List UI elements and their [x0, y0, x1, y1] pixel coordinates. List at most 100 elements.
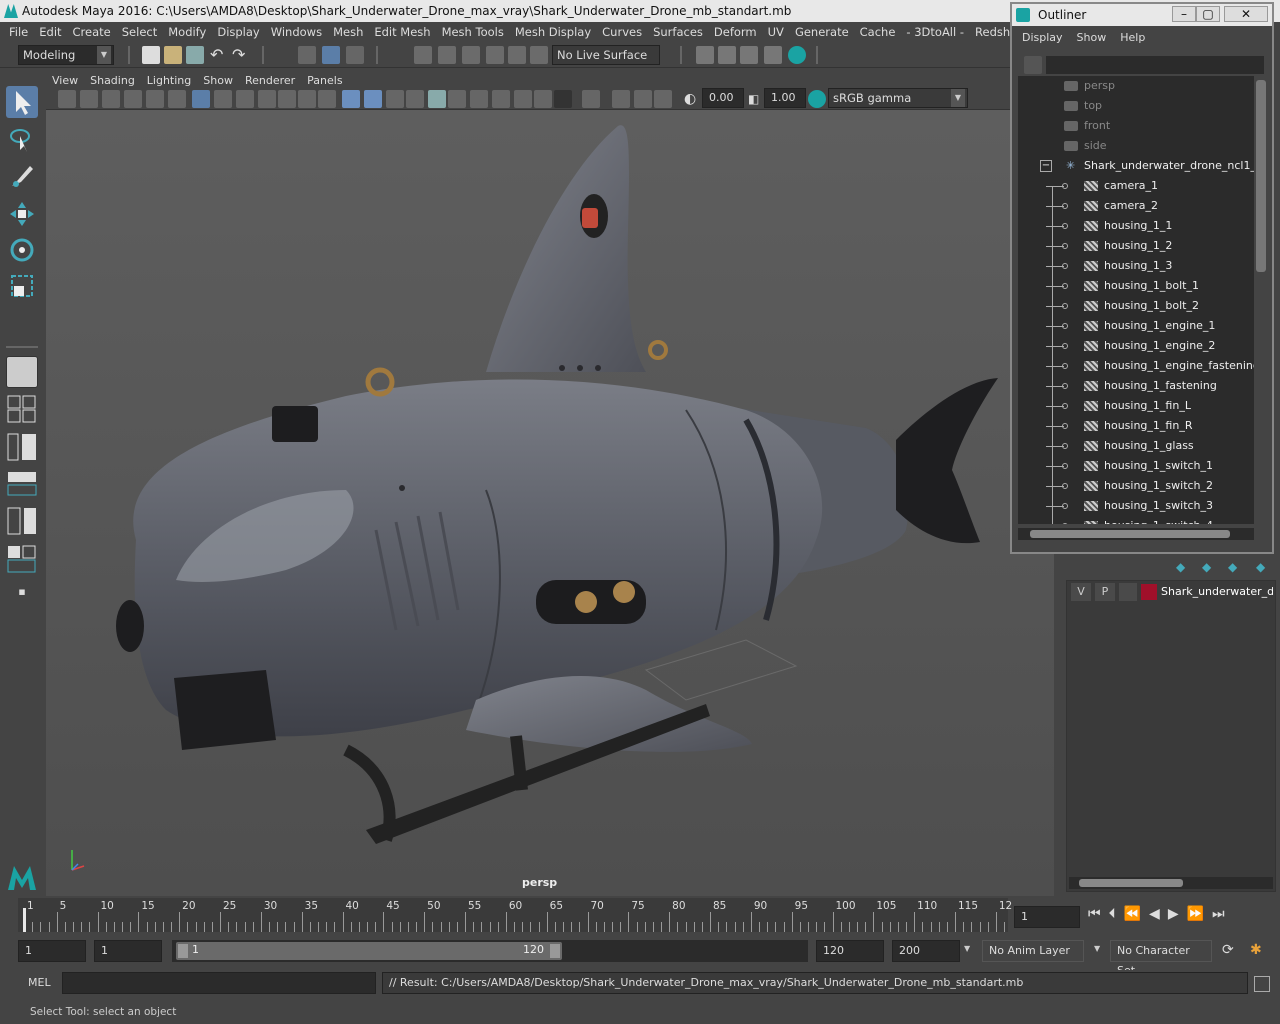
step-back-frame-icon[interactable]: ⏪ — [1124, 906, 1149, 922]
rotate-tool-icon[interactable] — [6, 234, 38, 266]
layer-playback-toggle[interactable]: P — [1095, 583, 1115, 601]
perspective-viewport[interactable]: persp — [46, 110, 1054, 896]
outliner-mesh-item[interactable]: housing_1_engine_fastening — [1018, 356, 1254, 376]
layer-reference-toggle[interactable] — [1119, 583, 1137, 601]
lighting-icon[interactable] — [428, 90, 446, 108]
anim-layer-dropdown[interactable]: No Anim Layer — [982, 940, 1084, 962]
safe-action-icon[interactable] — [298, 90, 316, 108]
panel-menu-view[interactable]: View — [46, 74, 84, 87]
play-forwards-icon[interactable]: ▶ — [1168, 906, 1187, 922]
step-forward-frame-icon[interactable]: ⏩ — [1187, 906, 1212, 922]
current-frame-field[interactable]: 1 — [1014, 906, 1080, 928]
outliner-mesh-item[interactable]: housing_1_bolt_2 — [1018, 296, 1254, 316]
four-view-layout-icon[interactable] — [6, 394, 38, 424]
character-set-dropdown[interactable]: No Character Set — [1110, 940, 1212, 977]
hypershade-icon[interactable] — [788, 46, 806, 64]
expand-dot-icon[interactable] — [1062, 243, 1068, 249]
outliner-camera-item[interactable]: persp — [1018, 76, 1254, 96]
expand-dot-icon[interactable] — [1062, 183, 1068, 189]
film-gate-icon[interactable] — [214, 90, 232, 108]
snap-curve-icon[interactable] — [438, 46, 456, 64]
range-bar[interactable]: 1 120 — [172, 940, 808, 962]
exposure-icon[interactable]: ◐ — [684, 90, 702, 108]
outliner-mesh-item[interactable]: camera_1 — [1018, 176, 1254, 196]
snap-grid-icon[interactable] — [414, 46, 432, 64]
animation-start-field[interactable]: 1 — [18, 940, 86, 962]
menu-generate[interactable]: Generate — [792, 25, 857, 39]
outliner-list[interactable]: persp top front side − ✳ Shark_underwate… — [1018, 76, 1254, 524]
outliner-mesh-item[interactable]: housing_1_engine_2 — [1018, 336, 1254, 356]
exposure-field[interactable]: 0.00 — [702, 88, 744, 108]
move-layer-down-icon[interactable]: ◆ — [1202, 560, 1211, 574]
render-settings-icon[interactable] — [764, 46, 782, 64]
chevron-down-icon[interactable]: ▼ — [1094, 944, 1100, 953]
outliner-mesh-item[interactable]: housing_1_switch_2 — [1018, 476, 1254, 496]
layer-color-swatch[interactable] — [1141, 584, 1157, 600]
outliner-mesh-item[interactable]: housing_1_switch_1 — [1018, 456, 1254, 476]
gamma-field[interactable]: 1.00 — [764, 88, 806, 108]
select-tool-icon[interactable] — [6, 86, 38, 118]
ambient-occlusion-icon[interactable] — [492, 90, 510, 108]
live-surface-field[interactable]: No Live Surface — [552, 45, 660, 65]
expand-dot-icon[interactable] — [1062, 423, 1068, 429]
move-layer-up-icon[interactable]: ◆ — [1176, 560, 1185, 574]
panel-menu-panels[interactable]: Panels — [301, 74, 348, 87]
snap-live-icon[interactable] — [508, 46, 526, 64]
time-slider[interactable]: 1 5 10 15 20 25 30 35 40 45 50 55 60 65 70 75 80 85 90 95 10… — [0, 898, 1280, 938]
panel-menu-lighting[interactable]: Lighting — [141, 74, 197, 87]
expand-dot-icon[interactable] — [1062, 523, 1068, 524]
menu-deform[interactable]: Deform — [711, 25, 765, 39]
animation-preferences-icon[interactable]: ✱ — [1250, 942, 1262, 958]
camera-icon[interactable] — [58, 90, 76, 108]
safe-title-icon[interactable] — [318, 90, 336, 108]
menu-mesh-tools[interactable]: Mesh Tools — [439, 25, 512, 39]
outliner-mesh-item[interactable]: camera_2 — [1018, 196, 1254, 216]
expand-dot-icon[interactable] — [1062, 403, 1068, 409]
save-scene-icon[interactable] — [186, 46, 204, 64]
expand-dot-icon[interactable] — [1062, 303, 1068, 309]
open-scene-icon[interactable] — [164, 46, 182, 64]
render-current-frame-icon[interactable] — [718, 46, 736, 64]
grease-pencil-icon[interactable] — [168, 90, 186, 108]
outliner-mesh-item[interactable]: housing_1_engine_1 — [1018, 316, 1254, 336]
menu-create[interactable]: Create — [70, 25, 119, 39]
maya-home-icon[interactable] — [6, 862, 38, 894]
paint-select-tool-icon[interactable] — [6, 160, 38, 192]
time-ruler[interactable]: 1 5 10 15 20 25 30 35 40 45 50 55 60 65 70 75 80 85 90 95 10… — [18, 898, 1012, 932]
menu-edit[interactable]: Edit — [36, 25, 69, 39]
wireframe-on-shaded-icon[interactable] — [386, 90, 404, 108]
range-handle-start-grip[interactable] — [178, 944, 188, 958]
2d-pan-zoom-icon[interactable] — [146, 90, 164, 108]
gate-mask-icon[interactable] — [258, 90, 276, 108]
move-tool-icon[interactable] — [6, 198, 38, 230]
expand-dot-icon[interactable] — [1062, 323, 1068, 329]
play-backwards-icon[interactable]: ◀ — [1149, 906, 1168, 922]
script-editor-icon[interactable] — [1254, 976, 1270, 992]
menu-edit-mesh[interactable]: Edit Mesh — [371, 25, 438, 39]
auto-key-icon[interactable]: ⟳ — [1222, 942, 1234, 958]
grid-icon[interactable] — [192, 90, 210, 108]
outliner-mesh-item[interactable]: housing_1_bolt_1 — [1018, 276, 1254, 296]
new-layer-icon[interactable]: ◆ — [1228, 560, 1237, 574]
script-language-label[interactable]: MEL — [28, 976, 51, 989]
menu-curves[interactable]: Curves — [599, 25, 650, 39]
expand-dot-icon[interactable] — [1062, 383, 1068, 389]
ipr-render-icon[interactable] — [740, 46, 758, 64]
mode-dropdown[interactable]: Modeling ▼ — [18, 45, 114, 65]
view-transform-dropdown[interactable]: sRGB gamma ▼ — [828, 88, 968, 108]
chevron-down-icon[interactable]: ▼ — [964, 944, 970, 953]
select-by-component-icon[interactable] — [346, 46, 364, 64]
collapse-icon[interactable]: − — [1040, 160, 1052, 172]
textured-icon[interactable] — [406, 90, 424, 108]
xray-active-icon[interactable] — [634, 90, 652, 108]
go-to-end-icon[interactable]: ⏭ — [1212, 906, 1233, 922]
expand-dot-icon[interactable] — [1062, 343, 1068, 349]
outliner-camera-item[interactable]: top — [1018, 96, 1254, 116]
outliner-mesh-item[interactable]: housing_1_fin_R — [1018, 416, 1254, 436]
playback-end-field[interactable]: 120 — [816, 940, 884, 962]
bookmark-icon[interactable] — [102, 90, 120, 108]
scrollbar-thumb[interactable] — [1079, 879, 1183, 887]
outliner-search-input[interactable] — [1046, 56, 1264, 74]
outliner-menu-show[interactable]: Show — [1077, 31, 1121, 44]
scale-tool-icon[interactable] — [6, 270, 38, 302]
